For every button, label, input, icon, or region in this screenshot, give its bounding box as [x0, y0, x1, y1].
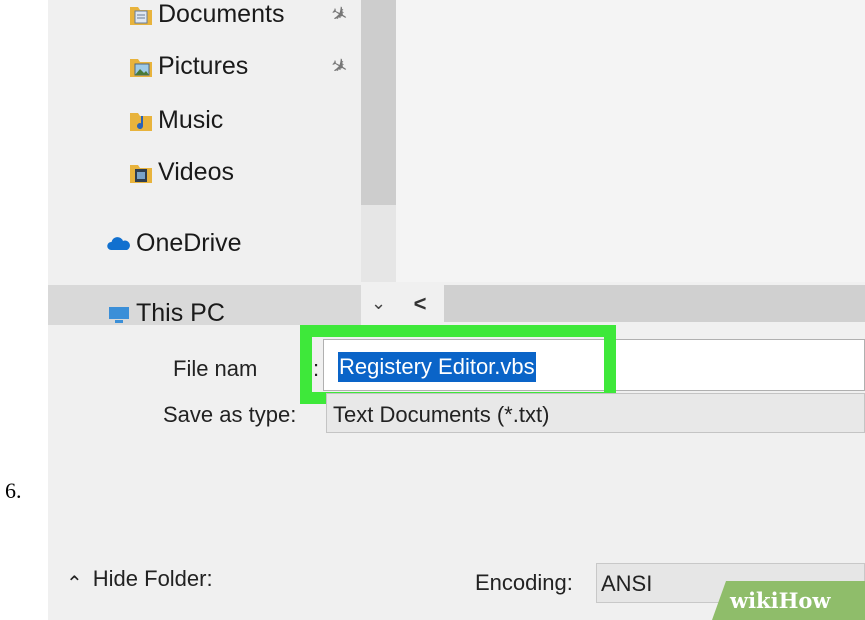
nav-item-label: Videos [158, 158, 234, 186]
file-name-label: File nam [173, 356, 258, 381]
nav-item-videos[interactable]: Videos [128, 158, 234, 187]
computer-icon [109, 306, 129, 323]
encoding-label: Encoding: [475, 570, 573, 595]
nav-item-onedrive[interactable]: OneDrive [106, 229, 242, 258]
vertical-scrollbar[interactable] [361, 0, 396, 282]
nav-item-label: OneDrive [136, 229, 242, 257]
nav-item-documents[interactable]: Documents [128, 0, 284, 29]
save-as-type-select[interactable]: Text Documents (*.txt) [326, 393, 865, 433]
nav-item-pictures[interactable]: Pictures [128, 52, 248, 81]
step-number: 6. [5, 478, 22, 503]
nav-item-this-pc[interactable]: This PC [48, 285, 361, 325]
nav-item-music[interactable]: Music [128, 106, 223, 135]
encoding-value: ANSI [601, 571, 653, 596]
chevron-down-icon: ⌄ [370, 293, 387, 313]
nav-item-label: Documents [158, 0, 285, 28]
onedrive-cloud-icon [107, 236, 130, 250]
documents-folder-icon [130, 6, 152, 25]
pin-icon: ✈ [326, 1, 352, 29]
save-as-type-value: Text Documents (*.txt) [333, 402, 550, 427]
pictures-folder-icon [130, 58, 152, 77]
scroll-left-button[interactable]: < [396, 285, 444, 322]
nav-item-label: Pictures [158, 52, 249, 80]
chevron-up-icon: ⌃ [66, 572, 83, 595]
save-as-type-label: Save as type: [163, 402, 297, 427]
horizontal-scrollbar[interactable] [444, 285, 865, 322]
file-list-pane[interactable] [396, 0, 865, 282]
pin-icon: ✈ [326, 53, 352, 81]
scrollbar-thumb[interactable] [361, 0, 396, 205]
hide-folders-button[interactable]: ⌃ Hide Folder: [66, 566, 213, 595]
scroll-down-button[interactable]: ⌄ [361, 285, 396, 322]
music-folder-icon [130, 112, 152, 131]
chevron-left-icon: < [413, 290, 427, 316]
navigation-pane: Documents ✈ Pictures ✈ Music Videos OneD… [48, 0, 361, 282]
nav-item-label: This PC [136, 299, 225, 325]
wikihow-watermark: wikiHow [712, 581, 865, 620]
save-as-dialog: Documents ✈ Pictures ✈ Music Videos OneD… [48, 0, 865, 620]
nav-item-label: Music [158, 106, 224, 134]
videos-folder-icon [130, 164, 152, 183]
hide-folders-label: Hide Folder: [92, 566, 213, 591]
